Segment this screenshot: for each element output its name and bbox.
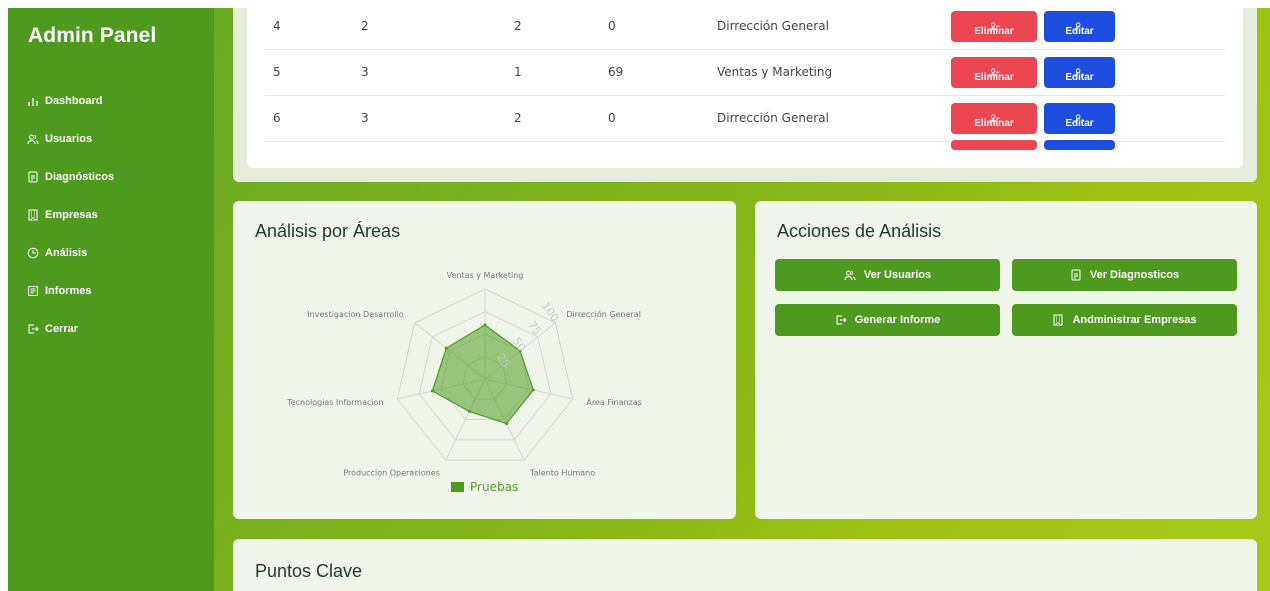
table-cell: 5: [273, 65, 281, 79]
table-cell: 0: [608, 19, 616, 33]
table-cell: Ventas y Marketing: [717, 65, 833, 79]
actions-title: Acciones de Análisis: [777, 221, 942, 241]
users-icon: [844, 270, 856, 281]
view-users-button[interactable]: Ver Usuarios: [775, 259, 1000, 291]
building-icon: [28, 209, 38, 221]
chart-legend[interactable]: Pruebas: [451, 480, 518, 494]
delete-button[interactable]: Eliminar: [951, 103, 1037, 134]
button-label: Ver Usuarios: [863, 269, 932, 281]
radar-tick-label: 100: [539, 300, 562, 325]
edit-label: Editar: [1065, 72, 1094, 83]
sidebar-item-analisis[interactable]: Análisis: [22, 234, 200, 272]
view-diagnostics-button[interactable]: Ver Diagnosticos: [1012, 259, 1237, 291]
bar-chart-icon: [28, 98, 38, 106]
edit-label: Editar: [1065, 118, 1094, 129]
radar-point[interactable]: [531, 388, 535, 392]
table-cell: 6: [273, 111, 281, 125]
key-points-card: Puntos Clave: [233, 539, 1257, 591]
generate-report-button[interactable]: Generar Informe: [775, 304, 1000, 336]
sidebar-item-usuarios[interactable]: Usuarios: [22, 120, 200, 158]
table-row: 4 2 2 0 Dirrección General Eliminar Edit…: [265, 8, 1225, 50]
table-cell: 2: [514, 19, 522, 33]
clock-icon: [27, 247, 39, 259]
button-label: Generar Informe: [854, 314, 941, 326]
table-row: 6 3 2 0 Dirrección General Eliminar Edit…: [265, 96, 1225, 142]
delete-label: Eliminar: [974, 26, 1014, 37]
sidebar-item-label: Informes: [45, 285, 92, 297]
sidebar-item-informes[interactable]: Informes: [22, 272, 200, 310]
sidebar: Admin Panel Dashboard Usuarios Diagnósti…: [8, 8, 214, 591]
sidebar-item-label: Cerrar: [45, 323, 79, 335]
radar-chart: 255075100Ventas y MarketingDirrección Ge…: [286, 271, 642, 478]
data-table[interactable]: 4 2 2 0 Dirrección General Eliminar Edit…: [247, 8, 1243, 168]
key-points-title: Puntos Clave: [255, 561, 363, 581]
radar-category-label: Tecnologias Informacion: [286, 398, 383, 407]
table-cell: 2: [514, 111, 522, 125]
radar-point[interactable]: [504, 422, 508, 426]
table-cell: Dirrección General: [717, 111, 829, 125]
manage-companies-button[interactable]: Andministrar Empresas: [1012, 304, 1237, 336]
button-label: Ver Diagnosticos: [1089, 269, 1180, 281]
sidebar-item-dashboard[interactable]: Dashboard: [22, 82, 200, 120]
users-icon: [27, 134, 39, 145]
edit-button[interactable]: [1044, 140, 1115, 150]
delete-label: Eliminar: [974, 118, 1014, 129]
table-cell: Dirrección General: [717, 19, 829, 33]
sidebar-item-diagnosticos[interactable]: Diagnósticos: [22, 158, 200, 196]
report-icon: [28, 286, 38, 296]
logout-icon: [836, 315, 847, 325]
radar-point[interactable]: [430, 389, 434, 393]
logout-icon: [28, 324, 39, 334]
radar-category-label: Talento Humano: [529, 469, 595, 478]
legend-label: Pruebas: [470, 480, 519, 494]
actions-card: Acciones de Análisis Ver Usuarios Ver Di…: [755, 201, 1257, 519]
delete-button[interactable]: Eliminar: [951, 11, 1037, 42]
edit-button[interactable]: Editar: [1044, 103, 1115, 134]
sidebar-item-label: Análisis: [45, 247, 88, 259]
radar-category-label: Produccion Operaciones: [343, 469, 440, 478]
radar-category-label: Dirrección General: [566, 309, 641, 319]
sidebar-item-cerrar[interactable]: Cerrar: [22, 310, 200, 348]
main-content: 4 2 2 0 Dirrección General Eliminar Edit…: [214, 8, 1270, 591]
radar-category-label: Investigacion Desarrollo: [307, 310, 403, 319]
sidebar-item-label: Dashboard: [45, 95, 103, 107]
delete-label: Eliminar: [974, 72, 1014, 83]
edit-label: Editar: [1065, 26, 1094, 37]
table-cell: 3: [361, 111, 369, 125]
legend-swatch: [451, 482, 464, 492]
sidebar-item-label: Empresas: [45, 209, 98, 221]
document-icon: [1071, 269, 1081, 281]
edit-button[interactable]: Editar: [1044, 57, 1115, 88]
radar-point[interactable]: [444, 346, 448, 350]
table-card: 4 2 2 0 Dirrección General Eliminar Edit…: [233, 8, 1257, 182]
table-row: 5 3 1 69 Ventas y Marketing Eliminar Edi…: [265, 50, 1225, 96]
radar-point[interactable]: [467, 409, 471, 413]
delete-button[interactable]: [951, 140, 1037, 150]
table-cell: 0: [608, 111, 616, 125]
table-cell: 1: [514, 65, 522, 79]
table-cell: 3: [361, 65, 369, 79]
radar-category-label: Ventas y Marketing: [447, 271, 524, 280]
building-icon: [1053, 314, 1063, 326]
edit-button[interactable]: Editar: [1044, 11, 1115, 42]
sidebar-item-label: Diagnósticos: [45, 171, 115, 183]
sidebar-item-empresas[interactable]: Empresas: [22, 196, 200, 234]
table-cell: 4: [273, 19, 281, 33]
document-icon: [28, 171, 38, 183]
sidebar-item-label: Usuarios: [45, 133, 93, 145]
table-cell: 2: [361, 19, 369, 33]
table-cell: 69: [608, 65, 624, 79]
radar-point[interactable]: [483, 323, 487, 327]
app-title: Admin Panel: [28, 24, 157, 47]
radar-card: Análisis por Áreas 25 50 75 100 Ventas y Mar…: [233, 201, 736, 519]
button-label: Andministrar Empresas: [1072, 314, 1197, 326]
radar-category-label: Área Finanzas: [586, 396, 642, 407]
delete-button[interactable]: Eliminar: [951, 57, 1037, 88]
